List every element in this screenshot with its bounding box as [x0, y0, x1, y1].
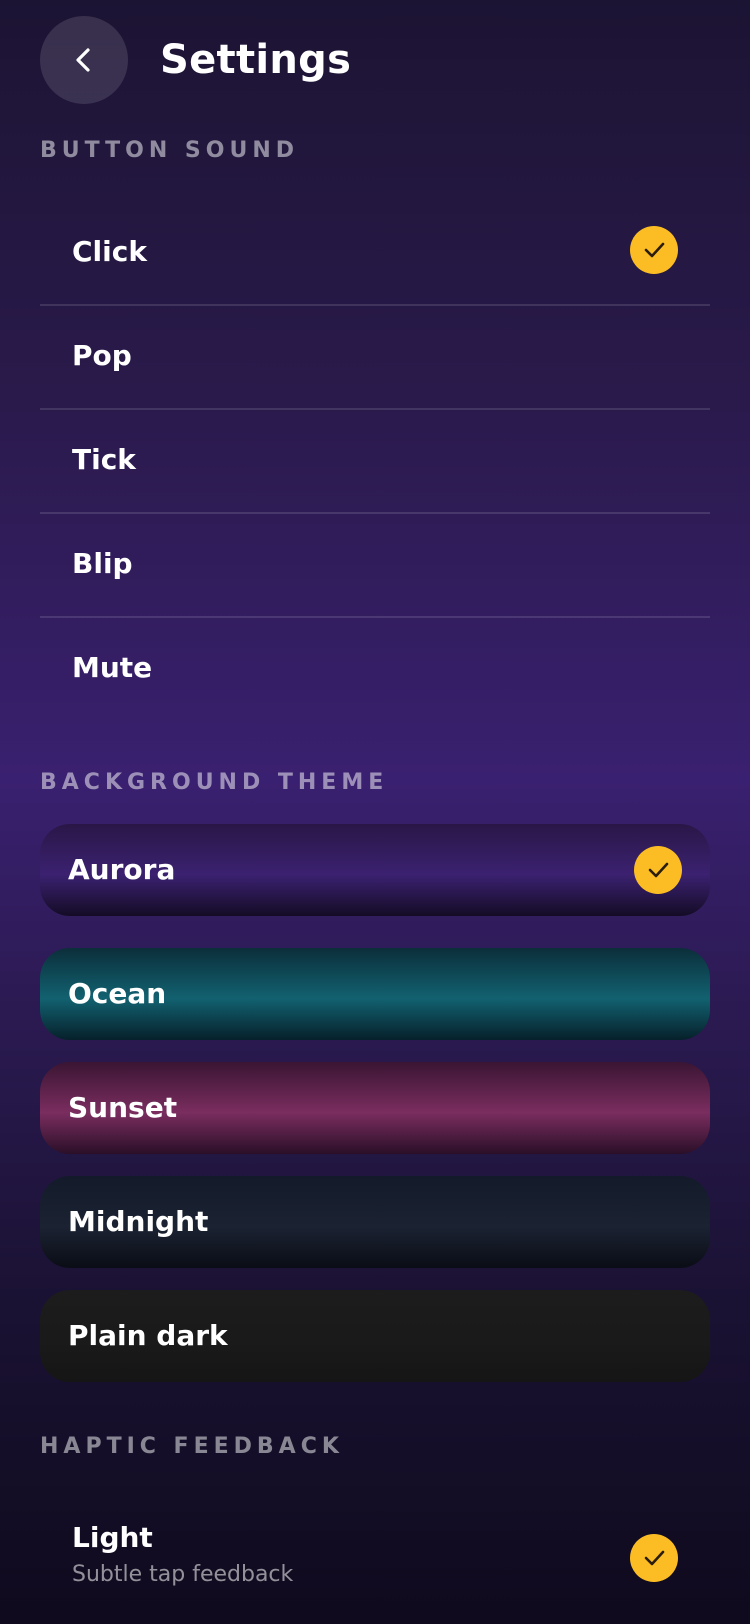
theme-option-label: Midnight [68, 1205, 209, 1238]
check-icon [630, 226, 678, 274]
theme-option-sunset[interactable]: Sunset [40, 1062, 710, 1154]
sound-option-label: Mute [72, 651, 153, 684]
sound-option-label: Blip [72, 547, 133, 580]
theme-option-label: Ocean [68, 977, 167, 1010]
theme-option-midnight[interactable]: Midnight [40, 1176, 710, 1268]
theme-option-label: Sunset [68, 1091, 178, 1124]
theme-option-plain-dark[interactable]: Plain dark [40, 1290, 710, 1382]
check-icon [630, 1534, 678, 1582]
theme-option-label: Plain dark [68, 1319, 228, 1352]
theme-option-ocean[interactable]: Ocean [40, 948, 710, 1040]
header: Settings [0, 0, 750, 120]
sound-option-click[interactable]: Click [40, 202, 710, 306]
chevron-left-icon [76, 48, 90, 72]
sound-option-label: Tick [72, 443, 136, 476]
haptic-option-label: Light [72, 1521, 153, 1554]
section-label-haptic-feedback: HAPTIC FEEDBACK [40, 1434, 344, 1459]
back-button[interactable] [40, 16, 128, 104]
check-icon [634, 846, 682, 894]
theme-option-aurora[interactable]: Aurora [40, 824, 710, 916]
sound-option-label: Click [72, 235, 147, 268]
haptic-option-description: Subtle tap feedback [72, 1562, 294, 1587]
haptic-option-light[interactable]: Light Subtle tap feedback [40, 1508, 710, 1608]
sound-option-tick[interactable]: Tick [40, 410, 710, 514]
section-label-background-theme: BACKGROUND THEME [40, 770, 389, 795]
sound-option-blip[interactable]: Blip [40, 514, 710, 618]
sound-option-label: Pop [72, 339, 132, 372]
sound-option-mute[interactable]: Mute [40, 618, 710, 722]
theme-option-label: Aurora [68, 853, 176, 886]
page-title: Settings [160, 37, 352, 83]
section-label-button-sound: BUTTON SOUND [40, 138, 300, 163]
sound-option-pop[interactable]: Pop [40, 306, 710, 410]
